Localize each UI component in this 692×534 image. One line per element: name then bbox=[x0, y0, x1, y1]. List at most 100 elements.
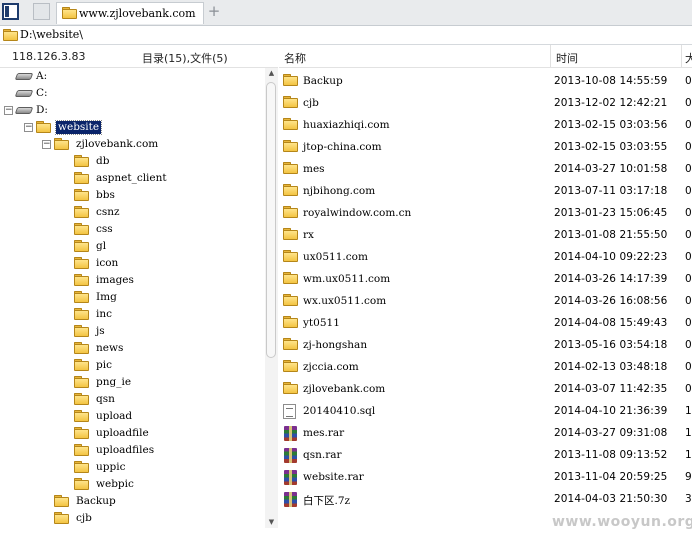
folder-icon bbox=[36, 121, 51, 133]
column-divider[interactable] bbox=[681, 45, 682, 67]
file-time: 2013-11-04 20:59:25 bbox=[554, 471, 668, 483]
scroll-thumb[interactable] bbox=[266, 82, 276, 358]
file-row[interactable]: huaxiazhiqi.com 2013-02-15 03:03:56 0 bbox=[279, 115, 692, 137]
blank-tab-button[interactable] bbox=[33, 3, 50, 20]
tree-node-label: A: bbox=[36, 70, 48, 82]
file-name: 20140410.sql bbox=[303, 405, 376, 417]
file-row[interactable]: jtop-china.com 2013-02-15 03:03:55 0 bbox=[279, 137, 692, 159]
file-row[interactable]: 白下区.7z 2014-04-03 21:50:30 3: bbox=[279, 489, 692, 511]
file-row[interactable]: yt0511 2014-04-08 15:49:43 0 bbox=[279, 313, 692, 335]
tree-node-label: db bbox=[96, 155, 110, 167]
folder-icon bbox=[54, 512, 69, 524]
file-name: ux0511.com bbox=[303, 251, 368, 263]
file-list: Backup 2013-10-08 14:55:59 0 cjb 2013-12-02 … bbox=[279, 71, 692, 521]
file-size: 0 bbox=[685, 251, 692, 263]
file-size: 0 bbox=[685, 141, 692, 153]
tree-node-label: Backup bbox=[76, 495, 116, 507]
file-row[interactable]: rx 2013-01-08 21:55:50 0 bbox=[279, 225, 692, 247]
tree-node-label: icon bbox=[96, 257, 119, 269]
file-time: 2014-03-27 10:01:58 bbox=[554, 163, 668, 175]
file-time: 2014-03-26 14:17:39 bbox=[554, 273, 668, 285]
folder-icon bbox=[74, 325, 89, 337]
folder-icon bbox=[74, 240, 89, 252]
address-path[interactable]: D:\website\ bbox=[20, 28, 83, 41]
tab-active[interactable]: www.zjlovebank.com bbox=[56, 2, 204, 24]
tree-scrollbar[interactable]: ▲ ▼ bbox=[265, 68, 278, 528]
address-bar[interactable]: D:\website\ bbox=[0, 26, 692, 45]
tree-node-label: bbs bbox=[96, 189, 115, 201]
tree-node-label: uppic bbox=[96, 461, 126, 473]
file-size: 3: bbox=[685, 493, 692, 505]
file-row[interactable]: Backup 2013-10-08 14:55:59 0 bbox=[279, 71, 692, 93]
file-time: 2014-04-03 21:50:30 bbox=[554, 493, 668, 505]
file-row[interactable]: wx.ux0511.com 2014-03-26 16:08:56 0 bbox=[279, 291, 692, 313]
file-name: cjb bbox=[303, 97, 319, 109]
folder-icon bbox=[74, 189, 89, 201]
file-row[interactable]: zjlovebank.com 2014-03-07 11:42:35 0 bbox=[279, 379, 692, 401]
drive-icon bbox=[16, 72, 31, 80]
folder-icon bbox=[283, 338, 298, 350]
file-row[interactable]: njbihong.com 2013-07-11 03:17:18 0 bbox=[279, 181, 692, 203]
file-size: 9: bbox=[685, 471, 692, 483]
file-time: 2013-10-08 14:55:59 bbox=[554, 75, 668, 87]
file-name: yt0511 bbox=[303, 317, 340, 329]
folder-icon bbox=[74, 172, 89, 184]
collapse-toggle-icon[interactable]: − bbox=[24, 123, 33, 132]
file-name: wm.ux0511.com bbox=[303, 273, 391, 285]
tree-node-label: D: bbox=[36, 104, 48, 116]
file-time: 2014-02-13 03:48:18 bbox=[554, 361, 668, 373]
folder-icon bbox=[74, 461, 89, 473]
file-name: wx.ux0511.com bbox=[303, 295, 387, 307]
file-row[interactable]: website.rar 2013-11-04 20:59:25 9: bbox=[279, 467, 692, 489]
file-name: website.rar bbox=[303, 471, 364, 483]
collapse-toggle-icon[interactable]: − bbox=[4, 106, 13, 115]
folder-icon bbox=[74, 478, 89, 490]
file-time: 2013-07-11 03:17:18 bbox=[554, 185, 668, 197]
column-divider[interactable] bbox=[550, 45, 551, 67]
file-time: 2013-02-15 03:03:55 bbox=[554, 141, 668, 153]
file-row[interactable]: mes 2014-03-27 10:01:58 0 bbox=[279, 159, 692, 181]
tab-bar: www.zjlovebank.com + bbox=[0, 0, 692, 26]
file-name: jtop-china.com bbox=[303, 141, 382, 153]
column-size[interactable]: 大 bbox=[685, 50, 692, 66]
directory-tree: A: C: − D: − website − zjlovebank.com db aspnet_c… bbox=[0, 68, 264, 528]
file-row[interactable]: mes.rar 2014-03-27 09:31:08 1' bbox=[279, 423, 692, 445]
folder-icon bbox=[74, 427, 89, 439]
file-name: mes bbox=[303, 163, 325, 175]
column-name[interactable]: 名称 bbox=[284, 50, 306, 66]
tree-node-label: images bbox=[96, 274, 134, 286]
file-row[interactable]: 20140410.sql 2014-04-10 21:36:39 1( bbox=[279, 401, 692, 423]
scroll-up-arrow-icon[interactable]: ▲ bbox=[265, 68, 278, 79]
file-time: 2014-03-26 16:08:56 bbox=[554, 295, 668, 307]
file-row[interactable]: royalwindow.com.cn 2013-01-23 15:06:45 0 bbox=[279, 203, 692, 225]
scroll-down-arrow-icon[interactable]: ▼ bbox=[265, 517, 278, 528]
tree-node-label: cjb bbox=[76, 512, 92, 524]
file-size: 0 bbox=[685, 295, 692, 307]
tab-title: www.zjlovebank.com bbox=[79, 7, 196, 20]
rar-archive-icon bbox=[283, 426, 298, 441]
folder-icon bbox=[283, 96, 298, 108]
file-name: 白下区.7z bbox=[303, 495, 351, 507]
folder-icon bbox=[283, 382, 298, 394]
file-name: huaxiazhiqi.com bbox=[303, 119, 390, 131]
file-size: 1( bbox=[685, 405, 692, 417]
file-row[interactable]: zjccia.com 2014-02-13 03:48:18 0 bbox=[279, 357, 692, 379]
folder-icon bbox=[283, 118, 298, 130]
folder-icon bbox=[283, 250, 298, 262]
file-row[interactable]: cjb 2013-12-02 12:42:21 0 bbox=[279, 93, 692, 115]
column-time[interactable]: 时间 bbox=[556, 50, 578, 66]
file-row[interactable]: ux0511.com 2014-04-10 09:22:23 0 bbox=[279, 247, 692, 269]
sql-file-icon bbox=[283, 404, 296, 419]
collapse-toggle-icon[interactable]: − bbox=[42, 140, 51, 149]
tree-node-label: pic bbox=[96, 359, 112, 371]
file-row[interactable]: zj-hongshan 2013-05-16 03:54:18 0 bbox=[279, 335, 692, 357]
folder-icon bbox=[74, 155, 89, 167]
add-tab-button[interactable]: + bbox=[207, 3, 221, 19]
file-row[interactable]: wm.ux0511.com 2014-03-26 14:17:39 0 bbox=[279, 269, 692, 291]
folder-icon bbox=[74, 308, 89, 320]
panel-toggle-icon[interactable] bbox=[2, 3, 19, 20]
file-row[interactable]: qsn.rar 2013-11-08 09:13:52 1( bbox=[279, 445, 692, 467]
file-time: 2014-03-27 09:31:08 bbox=[554, 427, 668, 439]
folder-icon bbox=[74, 257, 89, 269]
file-size: 0 bbox=[685, 207, 692, 219]
